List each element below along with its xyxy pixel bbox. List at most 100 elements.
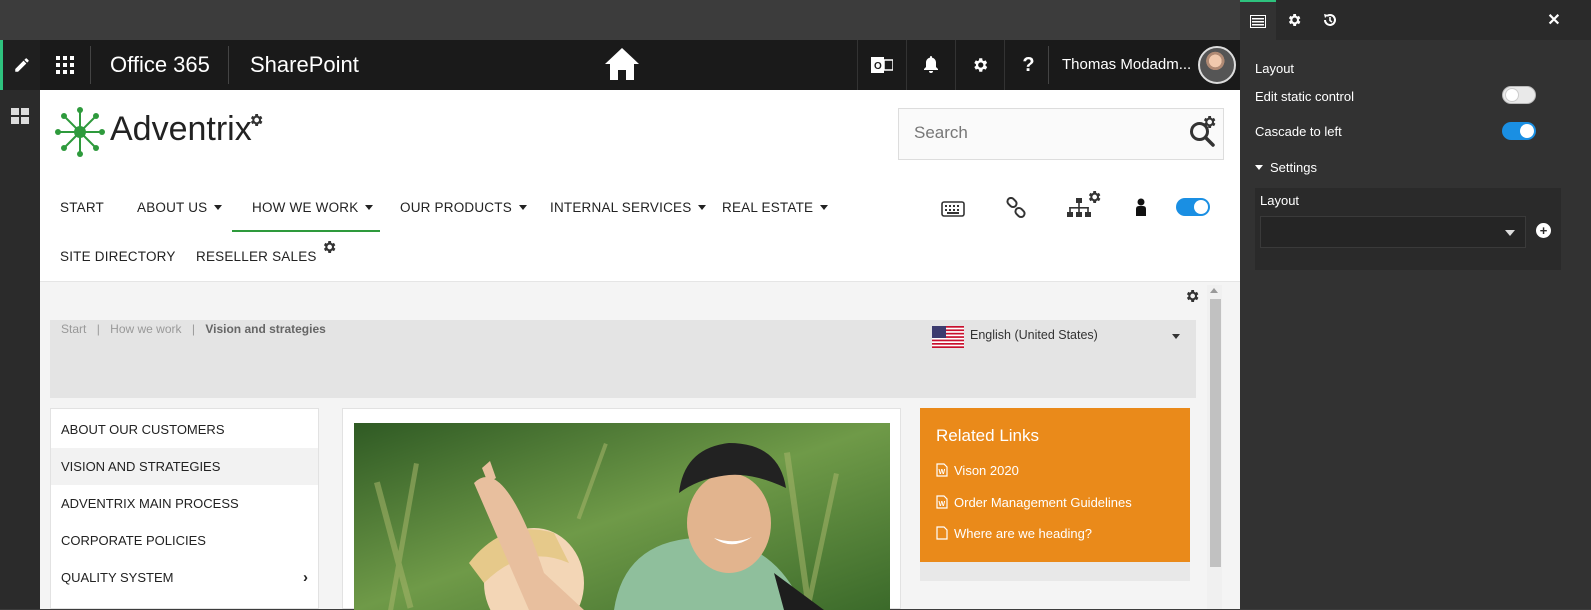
left-nav-item[interactable]: ADVENTRIX MAIN PROCESS (51, 485, 318, 522)
nav-label: HOW WE WORK (252, 200, 359, 215)
related-link-label: Where are we heading? (954, 526, 1093, 541)
nav-item-about-us[interactable]: ABOUT US (137, 200, 223, 215)
layout-blocks-button[interactable] (0, 96, 40, 136)
caret-down-icon (1505, 230, 1515, 236)
caret-down-icon (518, 205, 527, 210)
bell-icon (923, 56, 938, 73)
tab-settings[interactable] (1276, 0, 1312, 40)
user-name[interactable]: Thomas Modadm... (1062, 40, 1191, 90)
related-link[interactable]: W Vison 2020 (936, 463, 1019, 478)
related-link[interactable]: Where are we heading? (936, 526, 1092, 541)
left-nav-item[interactable]: ABOUT OUR CUSTOMERS (51, 411, 318, 448)
panel-tabs: ✕ (1240, 0, 1591, 40)
related-links: Related Links W Vison 2020 W Order Managem… (920, 408, 1190, 562)
settings-button[interactable] (955, 40, 1003, 90)
svg-text:W: W (939, 469, 946, 476)
edit-static-control-label: Edit static control (1255, 89, 1354, 104)
waffle-icon (56, 56, 74, 74)
divider (228, 46, 229, 84)
caret-down-icon (1255, 165, 1263, 170)
search-box[interactable]: Search (898, 108, 1224, 160)
layout-field-label: Layout (1260, 193, 1300, 208)
link-icon[interactable] (1005, 197, 1027, 219)
nav-item-real-estate[interactable]: REAL ESTATE (722, 200, 829, 215)
edit-static-control-toggle[interactable] (1502, 86, 1536, 104)
gear-icon[interactable] (1086, 189, 1102, 205)
nav-item-site-directory[interactable]: SITE DIRECTORY (60, 249, 176, 264)
close-panel-button[interactable]: ✕ (1536, 0, 1572, 40)
language-selector[interactable]: English (United States) (970, 328, 1098, 342)
caret-down-icon (365, 205, 374, 210)
caret-down-icon[interactable] (1172, 334, 1180, 339)
settings-box: Layout + (1255, 188, 1561, 270)
sharepoint-page: Adventrix Search START ABOUT US HOW WE W… (40, 90, 1240, 610)
page-toggle[interactable] (1176, 198, 1210, 216)
toggle-knob (1505, 88, 1519, 102)
breadcrumb-bar: Start | How we work | Vision and strateg… (50, 320, 1196, 398)
breadcrumb-separator: | (191, 322, 195, 336)
nav-item-how-we-work[interactable]: HOW WE WORK (252, 200, 374, 215)
site-title[interactable]: Adventrix (110, 110, 252, 149)
divider (1048, 46, 1049, 84)
word-doc-icon: W (936, 495, 948, 509)
properties-panel: ✕ Layout Edit static control Cascade to … (1240, 0, 1591, 609)
left-nav-item[interactable]: QUALITY SYSTEM › (51, 559, 318, 596)
office365-link[interactable]: Office 365 (110, 40, 210, 90)
left-nav-item-selected[interactable]: VISION AND STRATEGIES (51, 448, 318, 485)
home-icon (605, 48, 639, 80)
breadcrumb-current: Vision and strategies (205, 322, 326, 336)
left-nav-item[interactable]: CORPORATE POLICIES (51, 522, 318, 559)
edit-pencil-button[interactable] (0, 40, 40, 90)
nav-item-internal-services[interactable]: INTERNAL SERVICES (550, 200, 707, 215)
caret-down-icon (820, 205, 829, 210)
keyboard-icon[interactable] (941, 201, 965, 217)
sharepoint-link[interactable]: SharePoint (250, 40, 359, 90)
page-icon (936, 526, 948, 540)
outlook-icon: O (870, 57, 893, 73)
caret-down-icon (214, 205, 223, 210)
nav-item-our-products[interactable]: OUR PRODUCTS (400, 200, 527, 215)
breadcrumb-separator: | (96, 322, 100, 336)
person-icon[interactable] (1135, 198, 1147, 216)
gear-icon[interactable] (1201, 114, 1217, 130)
scroll-up-icon[interactable] (1210, 288, 1218, 293)
related-link-label: Vison 2020 (954, 463, 1019, 478)
tab-layout[interactable] (1240, 0, 1276, 40)
avatar[interactable] (1198, 46, 1236, 84)
vertical-scrollbar[interactable] (1207, 285, 1222, 609)
nav-item-reseller-sales[interactable]: RESELLER SALES (196, 249, 317, 264)
pencil-icon (14, 58, 29, 72)
layout-list-icon (1250, 14, 1266, 28)
breadcrumb-how-we-work[interactable]: How we work (110, 322, 181, 336)
search-input[interactable]: Search (914, 123, 968, 143)
nav-item-start[interactable]: START (60, 200, 104, 215)
divider (90, 46, 91, 84)
help-button[interactable]: ? (1004, 40, 1052, 90)
app-launcher-button[interactable] (40, 40, 90, 90)
chevron-right-icon[interactable]: › (303, 559, 308, 596)
notifications-button[interactable] (906, 40, 954, 90)
adventrix-logo-icon (55, 107, 105, 157)
gear-icon[interactable] (248, 112, 264, 128)
nav-label: INTERNAL SERVICES (550, 200, 692, 215)
settings-expander[interactable]: Settings (1255, 160, 1317, 175)
question-icon: ? (1022, 53, 1035, 76)
gear-icon[interactable] (321, 239, 337, 255)
hero-image (354, 423, 890, 610)
cascade-to-left-toggle[interactable] (1502, 122, 1536, 140)
breadcrumb-start[interactable]: Start (61, 322, 86, 336)
nav-label: ABOUT US (137, 200, 208, 215)
suite-bar: Office 365 SharePoint O ? Thomas Modadm.… (40, 40, 1240, 90)
outlook-button[interactable]: O (857, 40, 905, 90)
add-layout-icon[interactable]: + (1536, 223, 1551, 238)
word-doc-icon: W (936, 463, 948, 477)
scroll-thumb[interactable] (1210, 299, 1221, 567)
tab-history[interactable] (1312, 0, 1348, 40)
panel-section-title: Layout (1255, 61, 1295, 76)
home-button[interactable] (603, 46, 643, 86)
gear-icon[interactable] (1184, 288, 1200, 304)
layout-select[interactable] (1260, 216, 1526, 248)
related-link-label: Order Management Guidelines (954, 495, 1132, 510)
related-link[interactable]: W Order Management Guidelines (936, 495, 1132, 510)
history-icon (1324, 14, 1336, 26)
